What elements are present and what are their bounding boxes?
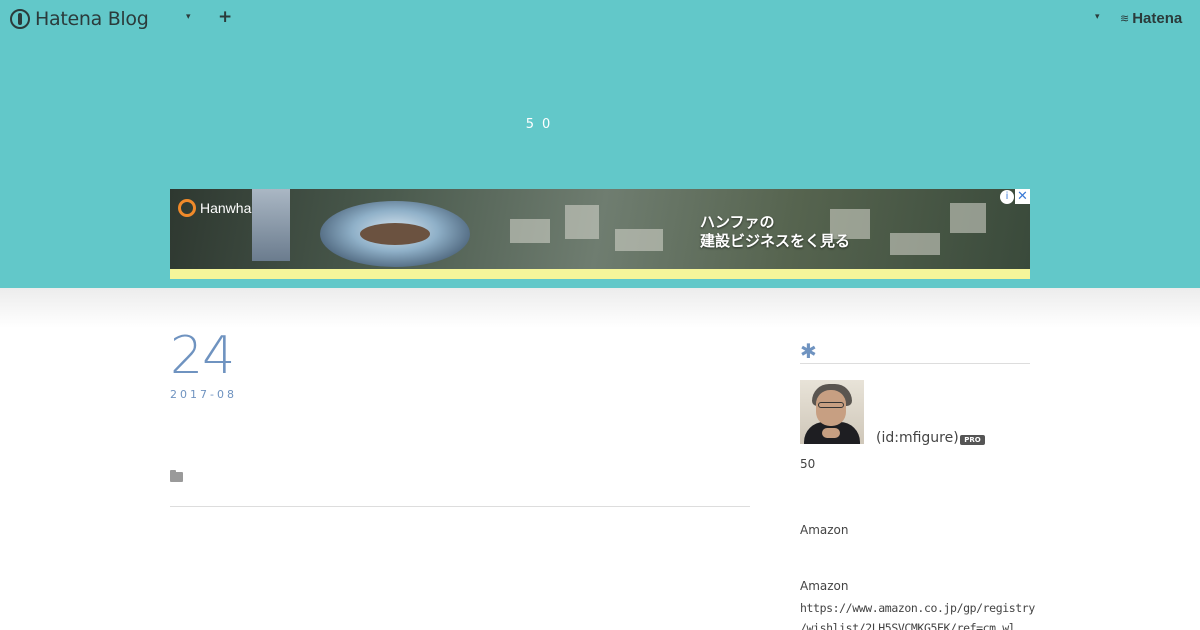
category-folder-icon (170, 470, 183, 482)
ad-brand-logo: Hanwha (178, 199, 251, 217)
sidebar-link-amazon[interactable]: Amazon (800, 523, 849, 537)
sidebar-module-heading: ✱ (800, 340, 1030, 364)
ad-info-icon[interactable]: i (1000, 190, 1014, 204)
avatar-shape (816, 390, 846, 426)
ad-copy: ハンファの 建設ビジネスをく見る (700, 213, 850, 251)
ad-stadium-shape (320, 201, 470, 267)
ad-copy-line1: ハンファの (700, 213, 775, 231)
ad-brand-text: Hanwha (200, 200, 252, 216)
ad-building-shape (950, 203, 986, 233)
amazon-wishlist-url-line1: https://www.amazon.co.jp/gp/registry (800, 601, 1035, 615)
profile-avatar[interactable] (800, 380, 864, 444)
blog-title[interactable]: 50 (0, 117, 1084, 132)
hanwha-logo-icon (178, 199, 196, 217)
archive-date-year-month[interactable]: 2017-08 (170, 388, 237, 401)
ad-tower-shape (252, 189, 290, 261)
profile-description: 50 (800, 457, 816, 471)
logo-text: Hatena Blog (35, 8, 149, 30)
hatena-brand-link[interactable]: ≋ Hatena (1120, 10, 1182, 27)
ad-building-shape (510, 219, 550, 243)
new-post-plus-icon[interactable]: + (218, 7, 232, 27)
pro-badge: PRO (960, 435, 985, 445)
ad-building-shape (890, 233, 940, 255)
hatena-brand-text: Hatena (1132, 10, 1183, 27)
amazon-wishlist-url-line2: /wishlist/2LH5SVCMKG5EK/ref=cm_wl_ (800, 621, 1022, 630)
avatar-shape (818, 402, 844, 408)
header-shadow (0, 288, 1200, 328)
ad-building-shape (565, 205, 599, 239)
profile-user-id-link[interactable]: (id:mfigure) (876, 430, 959, 446)
hatena-blog-logo[interactable]: Hatena Blog (10, 8, 149, 30)
amazon-wishlist-link[interactable]: https://www.amazon.co.jp/gp/registry /wi… (800, 598, 1035, 630)
account-menu-chevron-down-icon[interactable]: ▾ (1095, 12, 1100, 22)
hatena-blog-logo-icon (10, 9, 30, 29)
article-divider (170, 506, 750, 507)
hatena-mark-icon: ≋ (1120, 12, 1130, 25)
ad-building-shape (615, 229, 663, 251)
avatar-shape (822, 428, 840, 438)
ad-image: Hanwha ハンファの 建設ビジネスをく見る (170, 189, 1030, 269)
archive-date-day[interactable]: 24 (170, 326, 235, 386)
ad-close-icon[interactable]: ✕ (1015, 189, 1030, 204)
asterisk-icon: ✱ (800, 339, 817, 363)
banner-ad[interactable]: Hanwha ハンファの 建設ビジネスをく見る i ✕ (170, 189, 1030, 279)
sidebar-amazon-wishlist-label: Amazon (800, 579, 849, 593)
blog-menu-chevron-down-icon[interactable]: ▾ (186, 12, 191, 22)
ad-copy-line2: 建設ビジネスをく見る (700, 232, 851, 250)
